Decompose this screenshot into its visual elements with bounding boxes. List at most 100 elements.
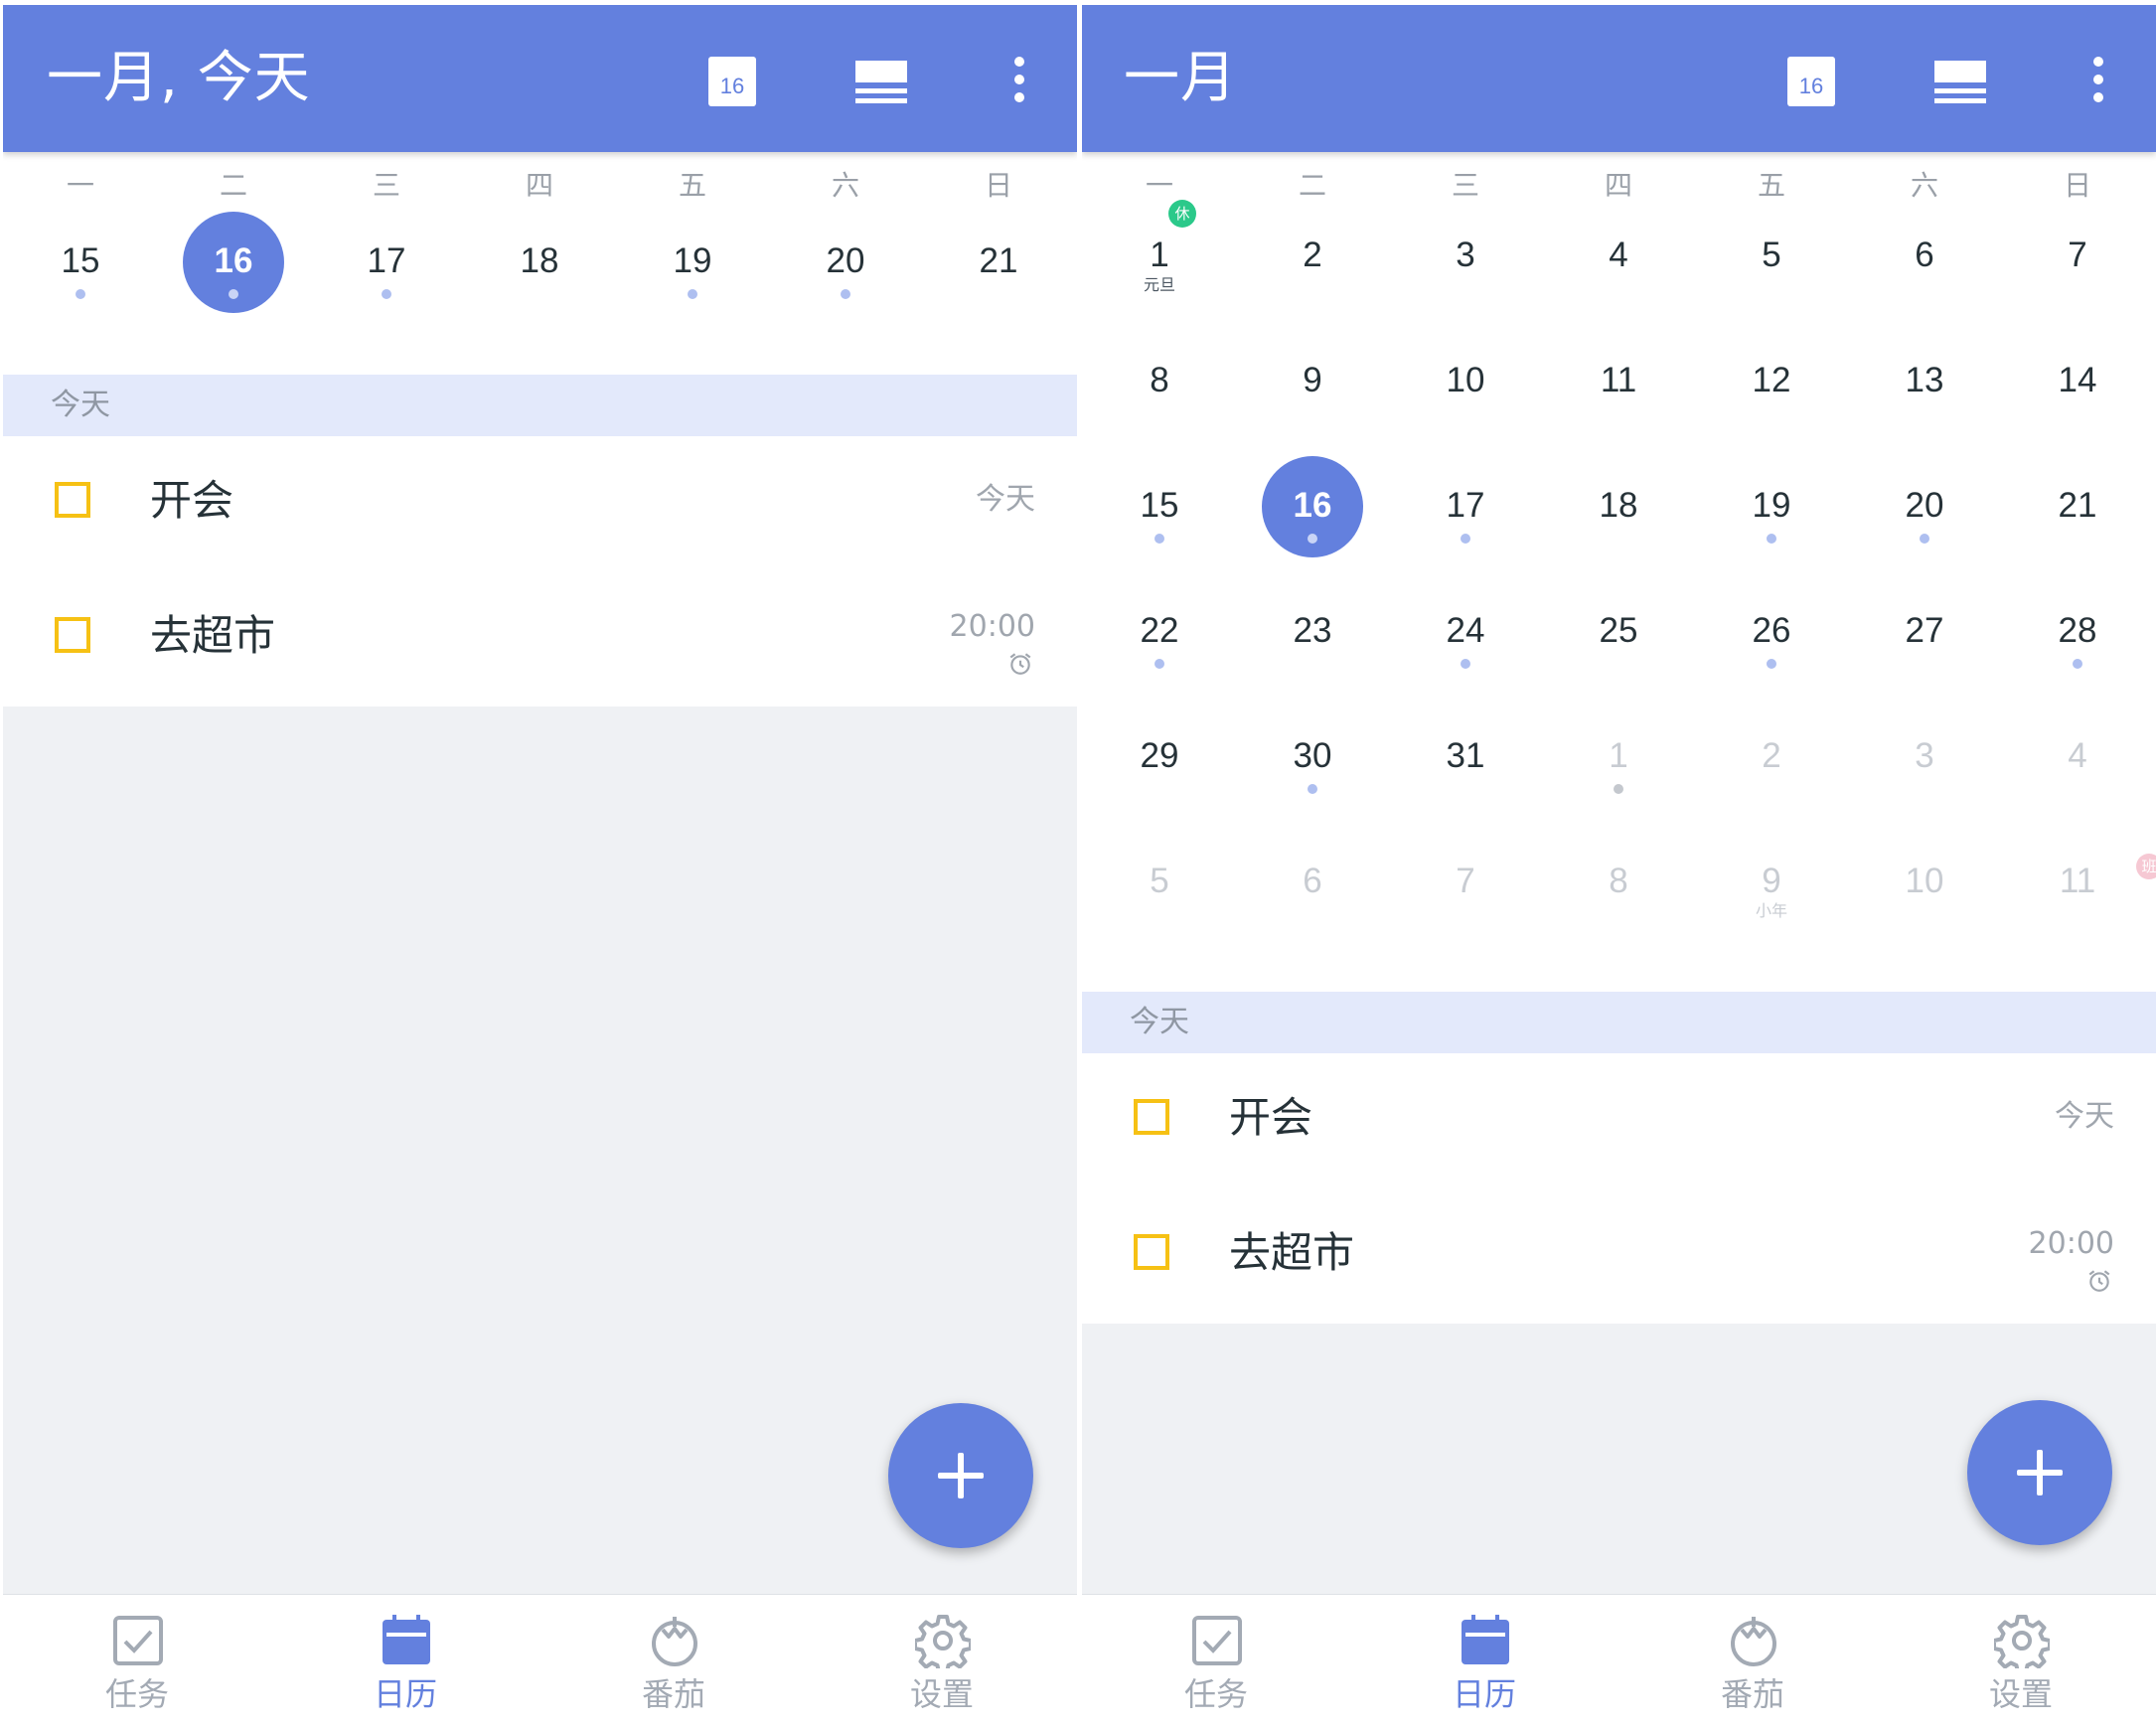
nav-calendar[interactable]: 日历	[271, 1595, 539, 1724]
day-cell[interactable]: 班 11	[2001, 814, 2156, 933]
day-number: 7	[2068, 236, 2087, 274]
day-number: 15	[61, 241, 100, 280]
app-bar: 一月 16	[1082, 5, 2156, 152]
day-cell[interactable]: 13	[1848, 313, 2001, 432]
day-cell[interactable]: 22	[1083, 563, 1236, 683]
day-cell[interactable]: 23	[1236, 563, 1389, 683]
task-item-meeting[interactable]: 开会 今天	[3, 436, 1077, 571]
day-cell[interactable]: 2	[1236, 188, 1389, 307]
day-cell[interactable]: 5	[1083, 814, 1236, 933]
task-checkbox[interactable]	[1134, 1234, 1169, 1270]
task-date: 今天	[976, 482, 1035, 517]
day-cell[interactable]: 19	[616, 194, 769, 313]
more-vert-icon[interactable]	[2091, 57, 2105, 102]
day-cell[interactable]: 9 小年	[1695, 814, 1848, 933]
task-checkbox[interactable]	[55, 617, 90, 653]
week-strip: 一二三四五六日 15 16 17 18 19 20 21	[3, 152, 1077, 375]
day-cell[interactable]: 15	[1083, 438, 1236, 557]
day-cell[interactable]: 8	[1542, 814, 1695, 933]
day-cell[interactable]: 28	[2001, 563, 2154, 683]
day-cell[interactable]: 5	[1695, 188, 1848, 307]
day-number: 19	[673, 241, 712, 280]
day-number: 21	[979, 241, 1018, 280]
event-dot	[1614, 784, 1623, 794]
day-cell[interactable]: 10	[1389, 313, 1542, 432]
day-cell[interactable]: 29	[1083, 689, 1236, 808]
day-cell[interactable]: 6	[1236, 814, 1389, 933]
task-title: 开会	[150, 476, 234, 525]
day-cell[interactable]: 18	[1542, 438, 1695, 557]
day-cell[interactable]: 25	[1542, 563, 1695, 683]
day-number: 9	[1303, 361, 1322, 399]
task-item-shopping[interactable]: 去超市 20:00	[1082, 1188, 2156, 1324]
task-item-meeting[interactable]: 开会 今天	[1082, 1053, 2156, 1188]
day-number: 8	[1609, 862, 1628, 900]
today-calendar-icon[interactable]: 16	[1787, 57, 1835, 106]
task-item-shopping[interactable]: 去超市 20:00	[3, 571, 1077, 707]
task-checkbox[interactable]	[1134, 1099, 1169, 1135]
day-cell[interactable]: 15	[4, 194, 157, 313]
day-number: 27	[1905, 611, 1944, 650]
day-cell[interactable]: 7	[1389, 814, 1542, 933]
day-cell[interactable]: 7	[2001, 188, 2154, 307]
app-bar-title: 一月, 今天	[47, 46, 311, 110]
day-cell-selected[interactable]: 16	[157, 194, 310, 313]
nav-settings[interactable]: 设置	[808, 1595, 1076, 1724]
view-toggle-icon[interactable]	[855, 61, 907, 104]
day-cell[interactable]: 17	[310, 194, 463, 313]
day-number: 23	[1293, 611, 1332, 650]
today-calendar-icon[interactable]: 16	[708, 57, 756, 106]
day-cell[interactable]: 10	[1848, 814, 2001, 933]
day-cell[interactable]: 3	[1848, 689, 2001, 808]
nav-tasks[interactable]: 任务	[1082, 1595, 1350, 1724]
day-cell[interactable]: 休 1 元旦	[1083, 188, 1236, 307]
day-cell[interactable]: 3	[1389, 188, 1542, 307]
section-header-label: 今天	[1130, 1005, 1189, 1039]
day-cell[interactable]: 26	[1695, 563, 1848, 683]
day-cell[interactable]: 24	[1389, 563, 1542, 683]
day-cell[interactable]: 18	[463, 194, 616, 313]
add-task-button[interactable]	[1967, 1400, 2112, 1545]
day-cell[interactable]: 12	[1695, 313, 1848, 432]
day-cell[interactable]: 9	[1236, 313, 1389, 432]
day-cell[interactable]: 27	[1848, 563, 2001, 683]
day-number: 18	[1599, 486, 1638, 525]
day-cell[interactable]: 8	[1083, 313, 1236, 432]
day-cell[interactable]: 4	[2001, 689, 2154, 808]
day-number: 30	[1293, 736, 1332, 775]
day-number: 2	[1303, 236, 1322, 274]
day-cell[interactable]: 2	[1695, 689, 1848, 808]
task-time: 20:00	[949, 609, 1035, 644]
day-cell[interactable]: 19	[1695, 438, 1848, 557]
day-cell[interactable]: 6	[1848, 188, 2001, 307]
day-cell[interactable]: 20	[1848, 438, 2001, 557]
view-toggle-icon[interactable]	[1934, 61, 1986, 104]
day-cell-selected[interactable]: 16	[1236, 438, 1389, 557]
day-number: 9	[1762, 862, 1781, 900]
today-icon-day: 16	[708, 66, 756, 106]
nav-pomodoro[interactable]: 番茄	[1618, 1595, 1887, 1724]
nav-tasks[interactable]: 任务	[3, 1595, 271, 1724]
add-task-button[interactable]	[888, 1403, 1033, 1548]
nav-pomodoro[interactable]: 番茄	[539, 1595, 808, 1724]
day-cell[interactable]: 21	[922, 194, 1075, 313]
nav-settings[interactable]: 设置	[1887, 1595, 2155, 1724]
day-number: 6	[1915, 236, 1934, 274]
day-cell[interactable]: 21	[2001, 438, 2154, 557]
day-cell[interactable]: 17	[1389, 438, 1542, 557]
app-bar: 一月, 今天 16	[3, 5, 1077, 152]
settings-gear-icon	[1994, 1615, 2050, 1668]
nav-calendar[interactable]: 日历	[1350, 1595, 1618, 1724]
day-cell[interactable]: 30	[1236, 689, 1389, 808]
day-cell[interactable]: 11	[1542, 313, 1695, 432]
task-checkbox[interactable]	[55, 482, 90, 518]
day-number: 25	[1599, 611, 1638, 650]
day-cell[interactable]: 14	[2001, 313, 2154, 432]
more-vert-icon[interactable]	[1012, 57, 1026, 102]
day-number: 4	[1609, 236, 1628, 274]
day-cell[interactable]: 31	[1389, 689, 1542, 808]
day-cell[interactable]: 20	[769, 194, 922, 313]
day-cell[interactable]: 1	[1542, 689, 1695, 808]
day-number: 11	[2059, 862, 2096, 900]
day-cell[interactable]: 4	[1542, 188, 1695, 307]
